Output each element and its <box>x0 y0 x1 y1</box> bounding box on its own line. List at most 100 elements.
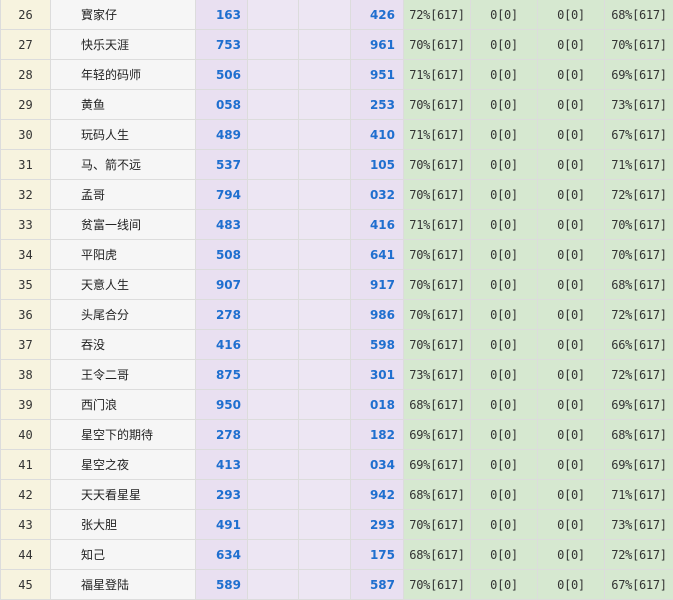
stat-3: 0[0] <box>538 30 605 60</box>
table-row: 26寳家仔16342672%[617]0[0]0[0]68%[617] <box>1 0 673 30</box>
row-number: 26 <box>1 0 51 30</box>
empty-cell <box>248 360 299 390</box>
player-name: 知己 <box>51 540 196 570</box>
stat-4: 70%[617] <box>605 240 673 270</box>
stat-2: 0[0] <box>471 0 538 30</box>
stat-1: 70%[617] <box>404 150 471 180</box>
empty-cell <box>299 150 351 180</box>
table-row: 38王令二哥87530173%[617]0[0]0[0]72%[617] <box>1 360 673 390</box>
empty-cell <box>299 0 351 30</box>
player-name: 玩码人生 <box>51 120 196 150</box>
row-number: 27 <box>1 30 51 60</box>
empty-cell <box>299 240 351 270</box>
number-a: 506 <box>196 60 248 90</box>
empty-cell <box>248 240 299 270</box>
stat-4: 69%[617] <box>605 390 673 420</box>
number-a: 875 <box>196 360 248 390</box>
stat-1: 71%[617] <box>404 120 471 150</box>
empty-cell <box>299 570 351 600</box>
empty-cell <box>248 180 299 210</box>
player-name: 年轻的码师 <box>51 60 196 90</box>
stat-1: 70%[617] <box>404 90 471 120</box>
player-name: 平阳虎 <box>51 240 196 270</box>
number-b: 942 <box>351 480 404 510</box>
table-row: 30玩码人生48941071%[617]0[0]0[0]67%[617] <box>1 120 673 150</box>
row-number: 37 <box>1 330 51 360</box>
player-name: 贫富一线间 <box>51 210 196 240</box>
empty-cell <box>299 420 351 450</box>
stat-3: 0[0] <box>538 0 605 30</box>
number-a: 278 <box>196 420 248 450</box>
number-b: 182 <box>351 420 404 450</box>
empty-cell <box>248 330 299 360</box>
player-name: 天天看星星 <box>51 480 196 510</box>
number-a: 278 <box>196 300 248 330</box>
empty-cell <box>248 270 299 300</box>
player-name: 张大胆 <box>51 510 196 540</box>
player-name: 孟哥 <box>51 180 196 210</box>
stat-3: 0[0] <box>538 300 605 330</box>
table-row: 32孟哥79403270%[617]0[0]0[0]72%[617] <box>1 180 673 210</box>
stat-4: 69%[617] <box>605 60 673 90</box>
number-a: 483 <box>196 210 248 240</box>
player-name: 王令二哥 <box>51 360 196 390</box>
number-a: 416 <box>196 330 248 360</box>
number-a: 634 <box>196 540 248 570</box>
table-row: 41星空之夜41303469%[617]0[0]0[0]69%[617] <box>1 450 673 480</box>
number-a: 794 <box>196 180 248 210</box>
player-name: 头尾合分 <box>51 300 196 330</box>
empty-cell <box>248 300 299 330</box>
stat-1: 70%[617] <box>404 30 471 60</box>
stat-4: 68%[617] <box>605 270 673 300</box>
stat-1: 69%[617] <box>404 450 471 480</box>
stat-4: 71%[617] <box>605 480 673 510</box>
empty-cell <box>299 480 351 510</box>
empty-cell <box>248 30 299 60</box>
row-number: 35 <box>1 270 51 300</box>
stat-3: 0[0] <box>538 480 605 510</box>
stat-1: 71%[617] <box>404 60 471 90</box>
stat-2: 0[0] <box>471 120 538 150</box>
empty-cell <box>248 570 299 600</box>
player-name: 吞没 <box>51 330 196 360</box>
number-b: 293 <box>351 510 404 540</box>
stat-4: 69%[617] <box>605 450 673 480</box>
number-b: 034 <box>351 450 404 480</box>
stat-3: 0[0] <box>538 360 605 390</box>
stat-4: 68%[617] <box>605 420 673 450</box>
stat-2: 0[0] <box>471 30 538 60</box>
table-row: 34平阳虎50864170%[617]0[0]0[0]70%[617] <box>1 240 673 270</box>
player-name: 福星登陆 <box>51 570 196 600</box>
row-number: 41 <box>1 450 51 480</box>
number-b: 301 <box>351 360 404 390</box>
player-name: 马、箭不远 <box>51 150 196 180</box>
number-a: 413 <box>196 450 248 480</box>
empty-cell <box>299 270 351 300</box>
number-a: 491 <box>196 510 248 540</box>
table-row: 39西门浪95001868%[617]0[0]0[0]69%[617] <box>1 390 673 420</box>
stat-1: 70%[617] <box>404 300 471 330</box>
stat-3: 0[0] <box>538 510 605 540</box>
stat-3: 0[0] <box>538 420 605 450</box>
row-number: 31 <box>1 150 51 180</box>
empty-cell <box>248 420 299 450</box>
row-number: 29 <box>1 90 51 120</box>
stat-3: 0[0] <box>538 150 605 180</box>
stat-2: 0[0] <box>471 300 538 330</box>
table-row: 36头尾合分27898670%[617]0[0]0[0]72%[617] <box>1 300 673 330</box>
empty-cell <box>248 540 299 570</box>
row-number: 38 <box>1 360 51 390</box>
stat-4: 73%[617] <box>605 90 673 120</box>
stat-3: 0[0] <box>538 210 605 240</box>
number-a: 163 <box>196 0 248 30</box>
number-a: 589 <box>196 570 248 600</box>
table-body: 26寳家仔16342672%[617]0[0]0[0]68%[617]27快乐天… <box>1 0 673 600</box>
table-row: 37吞没41659870%[617]0[0]0[0]66%[617] <box>1 330 673 360</box>
empty-cell <box>299 30 351 60</box>
player-name: 星空之夜 <box>51 450 196 480</box>
number-b: 986 <box>351 300 404 330</box>
table-row: 40星空下的期待27818269%[617]0[0]0[0]68%[617] <box>1 420 673 450</box>
stat-3: 0[0] <box>538 330 605 360</box>
row-number: 33 <box>1 210 51 240</box>
number-a: 508 <box>196 240 248 270</box>
